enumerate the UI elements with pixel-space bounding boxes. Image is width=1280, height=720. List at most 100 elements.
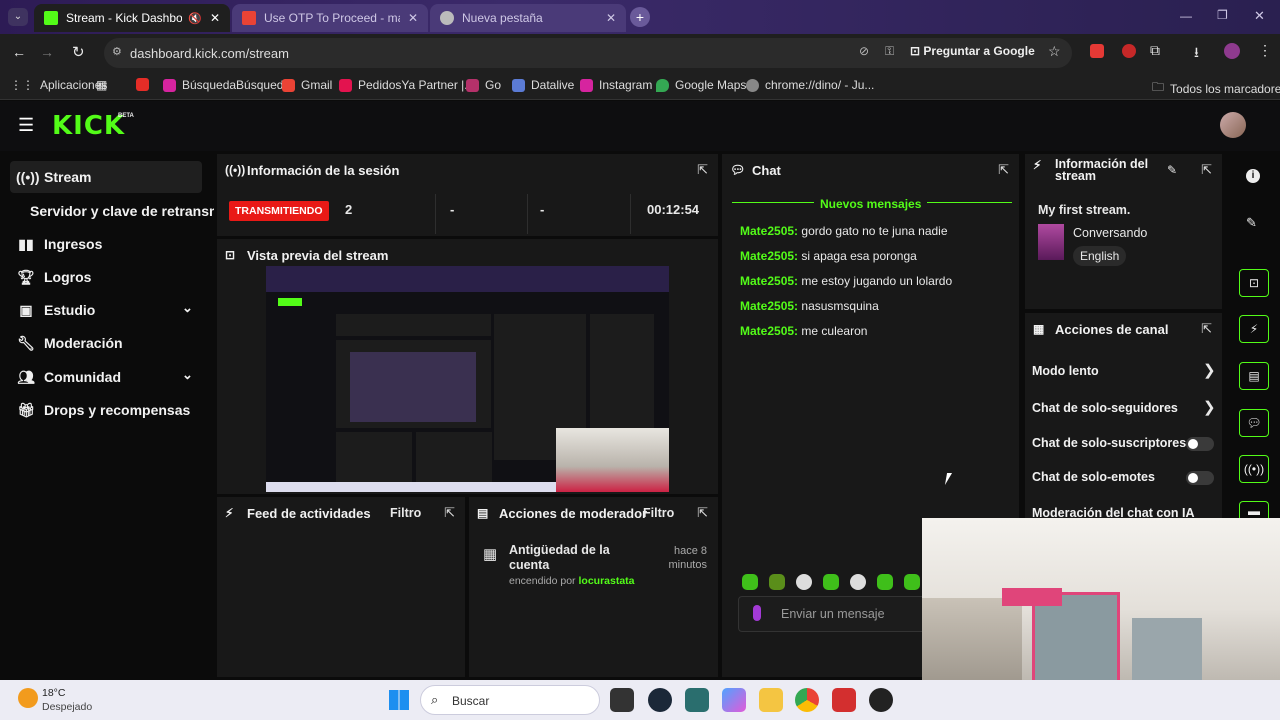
quick-action-lightning-icon[interactable]: ⚡︎ <box>1239 315 1269 343</box>
taskbar-search[interactable]: ⌕ Buscar <box>420 685 600 715</box>
emote-icon[interactable] <box>742 574 758 590</box>
popout-icon[interactable]: ⇱ <box>1201 321 1212 337</box>
tab-list-button[interactable]: ⌄ <box>8 8 28 26</box>
mute-tab-icon[interactable]: 🔇 <box>188 12 202 25</box>
sidebar-item-logros[interactable]: 🏆︎ Logros <box>10 261 202 293</box>
action-moderacion-ia[interactable]: Moderación del chat con IA <box>1032 506 1195 518</box>
stream-preview-video[interactable] <box>266 266 669 492</box>
chat-username[interactable]: Mate2505 <box>740 324 794 338</box>
tab-kick-dashboard[interactable]: Stream - Kick Dashboard 🔇 ✕ <box>34 4 230 32</box>
emote-icon[interactable] <box>823 574 839 590</box>
close-tab-icon[interactable]: ✕ <box>210 11 220 25</box>
bookmark-gmail[interactable]: Gmail <box>282 78 332 92</box>
bookmark-go[interactable]: Go <box>466 78 501 92</box>
extension-icon[interactable] <box>1122 44 1136 58</box>
browser-menu-icon[interactable]: ⋮ <box>1258 42 1272 59</box>
chat-username[interactable]: Mate2505 <box>740 224 794 238</box>
quick-action-video-icon[interactable]: ▬ <box>1239 501 1269 519</box>
action-solo-suscriptores[interactable]: Chat de solo-suscriptores <box>1032 436 1186 450</box>
windows-start-icon[interactable] <box>389 690 409 710</box>
chat-username[interactable]: Mate2505 <box>740 274 794 288</box>
download-icon[interactable]: ⭳ <box>1194 42 1199 66</box>
filter-button[interactable]: Filtro <box>390 506 421 520</box>
chat-username[interactable]: Mate2505 <box>740 299 794 313</box>
emote-icon[interactable] <box>769 574 785 590</box>
chevron-right-icon[interactable]: ❯ <box>1203 398 1216 416</box>
sidebar-item-ingresos[interactable]: ▮▮ Ingresos <box>10 228 202 260</box>
extension-icon[interactable] <box>1090 44 1104 58</box>
bookmark-pedidosya[interactable]: PedidosYa Partner |... <box>339 78 474 92</box>
quick-action-broadcast-icon[interactable]: ((•)) <box>1239 455 1269 483</box>
quick-action-camera-icon[interactable]: ⊡ <box>1239 269 1269 297</box>
popout-icon[interactable]: ⇱ <box>1201 162 1212 178</box>
chat-input[interactable]: Enviar un mensaje <box>738 596 938 632</box>
sidebar-item-estudio[interactable]: ▣ Estudio ⌄ <box>10 294 202 326</box>
emote-icon[interactable] <box>904 574 920 590</box>
user-avatar[interactable] <box>1220 112 1246 138</box>
sidebar-item-comunidad[interactable]: 👥︎ Comunidad ⌄ <box>10 361 202 393</box>
microphone-icon[interactable] <box>753 605 761 621</box>
minimize-window-icon[interactable]: — <box>1180 9 1192 23</box>
close-window-icon[interactable]: ✕ <box>1254 8 1265 24</box>
bookmark-apps[interactable]: ⋮⋮ Aplicaciones <box>10 78 107 92</box>
bookmark-busqueda[interactable]: BúsquedaBúsqueda <box>163 78 290 92</box>
taskview-icon[interactable] <box>610 688 634 712</box>
forward-icon[interactable]: → <box>40 44 54 60</box>
toggle-solo-suscriptores[interactable] <box>1186 437 1214 451</box>
category-name[interactable]: Conversando <box>1073 226 1147 240</box>
quick-action-document-icon[interactable]: ▤ <box>1239 362 1269 390</box>
close-tab-icon[interactable]: ✕ <box>408 11 418 25</box>
tab-gmail-otp[interactable]: Use OTP To Proceed - matiasca ✕ <box>232 4 428 32</box>
address-bar[interactable]: ⚙ dashboard.kick.com/stream ⊘ ⚿ ⊡ Pregun… <box>104 38 1072 68</box>
all-bookmarks[interactable]: 🗀 Todos los marcadores <box>1152 78 1280 99</box>
emote-icon[interactable] <box>877 574 893 590</box>
bookmark-youtube[interactable] <box>136 78 155 91</box>
back-icon[interactable]: ← <box>12 44 26 60</box>
popout-icon[interactable]: ⇱ <box>697 162 708 178</box>
action-solo-seguidores[interactable]: Chat de solo-seguidores <box>1032 401 1178 415</box>
weather-icon[interactable] <box>18 688 38 708</box>
app-icon[interactable] <box>832 688 856 712</box>
new-tab-button[interactable]: + <box>630 7 650 27</box>
maximize-window-icon[interactable]: ❐ <box>1217 8 1228 22</box>
extensions-puzzle-icon[interactable]: ⧉ <box>1150 42 1160 59</box>
tab-search-icon[interactable]: ▦ <box>96 78 107 92</box>
reload-icon[interactable]: ↻ <box>72 43 85 61</box>
site-info-icon[interactable]: ⚙ <box>112 45 122 58</box>
app-icon[interactable] <box>685 688 709 712</box>
password-key-icon[interactable]: ⚿ <box>885 44 894 59</box>
hamburger-menu-icon[interactable]: ☰ <box>18 115 34 136</box>
emote-icon[interactable] <box>796 574 812 590</box>
chrome-icon[interactable] <box>795 688 819 712</box>
bookmark-instagram[interactable]: Instagram <box>580 78 652 92</box>
filter-button[interactable]: Filtro <box>643 506 674 520</box>
kick-logo[interactable]: KICK <box>52 111 125 141</box>
mod-action-user[interactable]: locurastata <box>578 575 634 587</box>
bookmark-datalive[interactable]: Datalive <box>512 78 574 92</box>
steam-icon[interactable] <box>648 688 672 712</box>
weather-temp[interactable]: 18°C <box>42 687 65 699</box>
close-tab-icon[interactable]: ✕ <box>606 11 616 25</box>
tab-new-tab[interactable]: Nueva pestaña ✕ <box>430 4 626 32</box>
info-icon[interactable]: i <box>1246 169 1260 183</box>
obs-icon[interactable] <box>869 688 893 712</box>
sidebar-item-servidor[interactable]: Servidor y clave de retransm <box>24 195 214 227</box>
chat-username[interactable]: Mate2505 <box>740 249 794 263</box>
profile-avatar-icon[interactable] <box>1224 43 1240 59</box>
popout-icon[interactable]: ⇱ <box>697 505 708 521</box>
edit-pencil-icon[interactable]: ✎ <box>1167 163 1177 177</box>
sidebar-item-stream[interactable]: ((•)) Stream <box>10 161 202 193</box>
emote-icon[interactable] <box>850 574 866 590</box>
toggle-solo-emotes[interactable] <box>1186 471 1214 485</box>
copilot-icon[interactable] <box>722 688 746 712</box>
bookmark-star-icon[interactable]: ☆ <box>1048 43 1061 60</box>
ask-google-button[interactable]: ⊡ Preguntar a Google <box>910 44 1035 58</box>
tracking-off-icon[interactable]: ⊘ <box>859 44 869 58</box>
action-solo-emotes[interactable]: Chat de solo-emotes <box>1032 470 1155 484</box>
bookmark-maps[interactable]: Google Maps <box>656 78 746 92</box>
edit-pencil-icon[interactable]: ✎ <box>1246 215 1257 231</box>
action-modo-lento[interactable]: Modo lento <box>1032 364 1099 378</box>
sidebar-item-moderacion[interactable]: 🔧︎ Moderación <box>10 327 202 359</box>
sidebar-item-drops[interactable]: 🎁︎ Drops y recompensas <box>10 394 202 426</box>
quick-action-chat-icon[interactable]: 💬︎ <box>1239 409 1269 437</box>
